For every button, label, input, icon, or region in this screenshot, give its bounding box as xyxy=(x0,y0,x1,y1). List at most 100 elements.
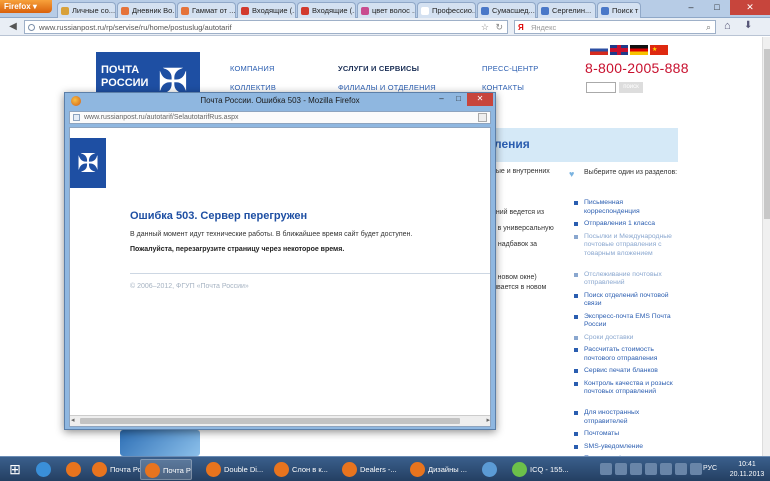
tab-favicon-icon xyxy=(541,7,549,15)
service-link[interactable]: Почтоматы xyxy=(574,430,678,439)
service-link-label: Отправления 1 класса xyxy=(584,220,656,227)
app-icon xyxy=(410,462,425,477)
nav-contacts[interactable]: КОНТАКТЫ xyxy=(482,83,524,92)
nav-press[interactable]: ПРЕСС-ЦЕНТР xyxy=(482,64,538,73)
taskbar-app-label: Слон в к... xyxy=(292,465,328,474)
tab-favicon-icon xyxy=(61,7,69,15)
taskbar-app-button[interactable] xyxy=(478,459,502,480)
service-link-label: Для иностранных отправителей xyxy=(584,409,640,425)
start-button[interactable]: ⊞ xyxy=(4,459,26,479)
service-link[interactable]: Посылки и Международные почтовые отправл… xyxy=(574,233,678,259)
service-link[interactable]: Отправления 1 класса xyxy=(574,220,678,229)
language-indicator[interactable]: РУС xyxy=(703,465,717,472)
taskbar-app-button[interactable]: Почта Ро... xyxy=(88,459,140,480)
popup-titlebar[interactable]: Почта России. Ошибка 503 - Mozilla Firef… xyxy=(65,93,495,109)
error-hint: Пожалуйста, перезагрузите страницу через… xyxy=(130,246,345,253)
tray-app-icon[interactable] xyxy=(660,463,672,475)
nav-services[interactable]: УСЛУГИ И СЕРВИСЫ xyxy=(338,64,419,73)
tray-app-icon[interactable] xyxy=(615,463,627,475)
hotline-phone: 8-800-2005-888 xyxy=(585,60,689,76)
browser-tab[interactable]: Входящие (... xyxy=(237,2,296,18)
bg-text-2b: ь в универсальную xyxy=(492,225,554,232)
service-link[interactable]: Экспресс-почта EMS Почта России xyxy=(574,313,678,330)
bullet-icon xyxy=(574,348,578,352)
browser-tab[interactable]: Личные со... xyxy=(57,2,116,18)
browser-tab[interactable]: Професcио... xyxy=(417,2,476,18)
service-link-label: Сервис печати бланков xyxy=(584,367,658,374)
site-search-input[interactable] xyxy=(586,82,616,93)
windows-taskbar: ⊞ Почта Ро... Почта Ро... Double Di... Слон… xyxy=(0,456,770,481)
download-icon[interactable]: ⬇ xyxy=(744,20,752,31)
network-icon[interactable] xyxy=(675,463,687,475)
service-link[interactable]: Сроки доставки xyxy=(574,334,678,343)
logo-line-1: ПОЧТА xyxy=(101,64,140,76)
tray-app-icon[interactable] xyxy=(600,463,612,475)
page-scrollbar-thumb[interactable] xyxy=(764,49,770,219)
service-link[interactable]: Письменная корреспонденция xyxy=(574,199,678,216)
flag-ru-icon[interactable] xyxy=(590,45,608,55)
nav-branches[interactable]: ФИЛИАЛЫ И ОТДЕЛЕНИЯ xyxy=(338,83,436,92)
site-search-button[interactable]: поиск xyxy=(619,82,643,93)
scroll-left-icon[interactable]: ◂ xyxy=(71,416,75,424)
reload-icon[interactable]: ↻ xyxy=(495,22,503,33)
services-hint: Выберите один из разделов: xyxy=(584,169,678,176)
popup-close-button[interactable]: ✕ xyxy=(467,93,493,106)
nav-team[interactable]: КОЛЛЕКТИВ xyxy=(230,83,276,92)
taskbar-app-button[interactable]: Слон в к... xyxy=(270,459,336,480)
browser-tab[interactable]: цвет волос ... xyxy=(357,2,416,18)
browser-tab[interactable]: Входящие (... xyxy=(297,2,356,18)
search-icon[interactable]: ⌕ xyxy=(706,22,711,33)
search-input[interactable]: Я Яндекс ⌕ xyxy=(514,20,716,34)
service-link[interactable]: Рассчитать стоимость почтового отправлен… xyxy=(574,346,678,363)
tab-favicon-icon xyxy=(481,7,489,15)
popup-minimize-button[interactable]: – xyxy=(433,93,450,106)
bullet-icon xyxy=(574,314,578,319)
volume-icon[interactable] xyxy=(690,463,702,475)
browser-tab[interactable]: Сергелин... xyxy=(537,2,596,18)
taskbar-app-button[interactable]: Почта Ро... xyxy=(140,459,192,480)
service-link[interactable]: Поиск отделений почтовой связи xyxy=(574,292,678,309)
service-link[interactable]: SMS-уведомление xyxy=(574,443,678,452)
flag-uk-icon[interactable] xyxy=(610,45,628,55)
heart-icon: ♥ xyxy=(569,169,575,179)
maximize-button[interactable]: □ xyxy=(704,0,730,15)
taskbar-app-button[interactable]: Дизайны ... xyxy=(406,459,472,480)
nav-company[interactable]: КОМПАНИЯ xyxy=(230,64,275,73)
tab-favicon-icon xyxy=(361,7,369,15)
firefox-menu-button[interactable]: Firefox ▾ xyxy=(0,0,52,13)
tray-app-icon[interactable] xyxy=(645,463,657,475)
error-message: В данный момент идут технические работы.… xyxy=(130,231,413,238)
popup-scrollbar-thumb[interactable] xyxy=(80,418,460,424)
bookmark-star-icon[interactable]: ☆ xyxy=(481,22,489,33)
browser-tab[interactable]: Сумасшед... xyxy=(477,2,536,18)
error-popup-window: Почта России. Ошибка 503 - Mozilla Firef… xyxy=(64,92,496,430)
close-button[interactable]: ✕ xyxy=(730,0,770,15)
service-link[interactable]: Отслеживание почтовых отправлений xyxy=(574,271,678,288)
flag-de-icon[interactable] xyxy=(630,45,648,55)
browser-tab[interactable]: Гаммат от ... xyxy=(177,2,236,18)
address-bar[interactable]: www.russianpost.ru/rp/servise/ru/home/po… xyxy=(24,20,508,34)
back-icon[interactable]: ◀ xyxy=(6,20,20,34)
browser-tab[interactable]: Поиск т xyxy=(597,2,641,18)
popup-address-bar[interactable]: www.russianpost.ru/autotarif/Selautotari… xyxy=(69,111,491,124)
taskbar-app-button[interactable] xyxy=(32,459,56,480)
minimize-button[interactable]: – xyxy=(678,0,704,15)
browser-tab[interactable]: Дневник Во... xyxy=(117,2,176,18)
firefox-menu-label: Firefox xyxy=(4,2,31,11)
popup-maximize-button[interactable]: □ xyxy=(450,93,467,106)
clock[interactable]: 10:41 20.11.2013 xyxy=(728,460,766,480)
popup-horizontal-scrollbar[interactable]: ◂ ▸ xyxy=(70,415,490,426)
scroll-right-icon[interactable]: ▸ xyxy=(486,416,490,424)
taskbar-app-button[interactable]: Dealers -... xyxy=(338,459,404,480)
service-link[interactable]: Сервис печати бланков xyxy=(574,367,678,376)
page-scrollbar[interactable] xyxy=(762,37,770,456)
taskbar-app-button[interactable]: ICQ - 155... xyxy=(508,459,574,480)
taskbar-app-button[interactable]: Double Di... xyxy=(202,459,268,480)
service-link[interactable]: Для иностранных отправителей xyxy=(574,409,678,426)
tray-app-icon[interactable] xyxy=(630,463,642,475)
flag-cn-icon[interactable]: ★ xyxy=(650,45,668,55)
app-icon xyxy=(482,462,497,477)
service-link[interactable]: Контроль качества и розыск почтовых отпр… xyxy=(574,380,678,397)
taskbar-app-button[interactable] xyxy=(62,459,86,480)
home-icon[interactable]: ⌂ xyxy=(724,20,731,32)
